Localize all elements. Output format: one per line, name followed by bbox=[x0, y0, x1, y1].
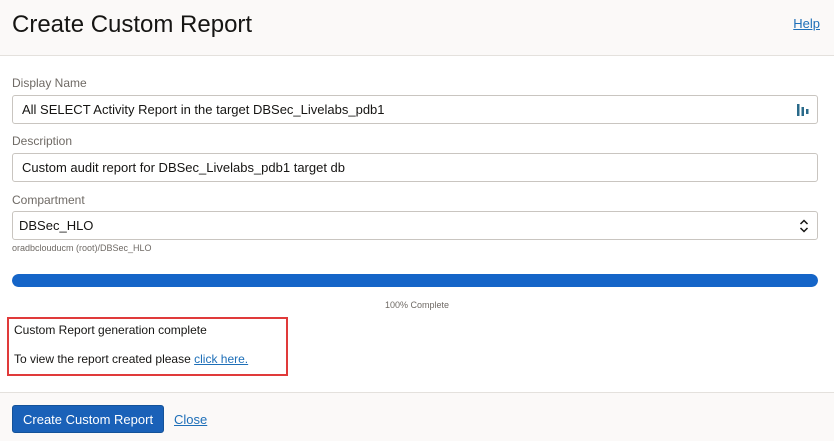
progress-bar bbox=[12, 274, 818, 287]
result-status-text: Custom Report generation complete bbox=[14, 323, 207, 337]
progress-bar-fill bbox=[12, 274, 818, 287]
dialog-header: Create Custom Report Help bbox=[0, 0, 834, 56]
compartment-select[interactable]: DBSec_HLO bbox=[12, 211, 818, 240]
description-label: Description bbox=[12, 134, 73, 148]
result-view-line: To view the report created please click … bbox=[14, 352, 248, 366]
view-report-link[interactable]: click here. bbox=[194, 352, 248, 366]
display-name-label: Display Name bbox=[12, 76, 87, 90]
dialog-title: Create Custom Report bbox=[12, 11, 253, 38]
display-name-field[interactable]: All SELECT Activity Report in the target… bbox=[12, 95, 818, 124]
compartment-value: DBSec_HLO bbox=[19, 218, 94, 233]
dialog-body: Display Name All SELECT Activity Report … bbox=[0, 56, 834, 392]
help-link[interactable]: Help bbox=[793, 16, 820, 31]
description-field[interactable]: Custom audit report for DBSec_Livelabs_p… bbox=[12, 153, 818, 182]
close-link[interactable]: Close bbox=[174, 412, 207, 427]
compartment-path-hint: oradbclouducm (root)/DBSec_HLO bbox=[12, 243, 152, 253]
result-view-prefix: To view the report created please bbox=[14, 352, 191, 366]
description-value: Custom audit report for DBSec_Livelabs_p… bbox=[22, 160, 346, 175]
dialog-footer: Create Custom Report Close bbox=[0, 392, 834, 441]
result-highlight-box: Custom Report generation complete To vie… bbox=[7, 317, 288, 376]
create-custom-report-button[interactable]: Create Custom Report bbox=[12, 405, 165, 433]
autofill-icon[interactable] bbox=[797, 103, 809, 117]
progress-label: 100% Complete bbox=[384, 300, 450, 310]
compartment-label: Compartment bbox=[12, 193, 85, 207]
display-name-value: All SELECT Activity Report in the target… bbox=[22, 102, 385, 117]
chevron-up-down-icon bbox=[799, 219, 809, 233]
